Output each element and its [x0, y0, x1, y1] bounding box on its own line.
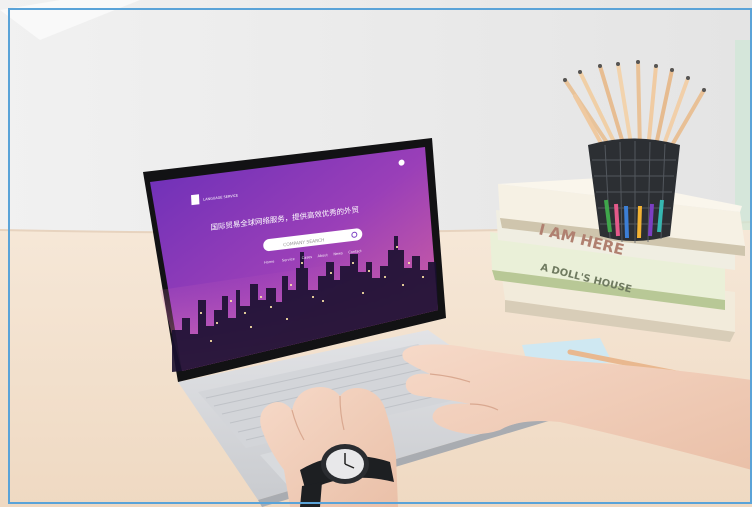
photo-scene: I AM HERE A DOLL'S HOUSE LANGUAGE SERVIC…: [0, 0, 752, 507]
photo: I AM HERE A DOLL'S HOUSE LANGUAGE SERVIC…: [0, 0, 752, 507]
site-logo-icon: [191, 194, 200, 206]
